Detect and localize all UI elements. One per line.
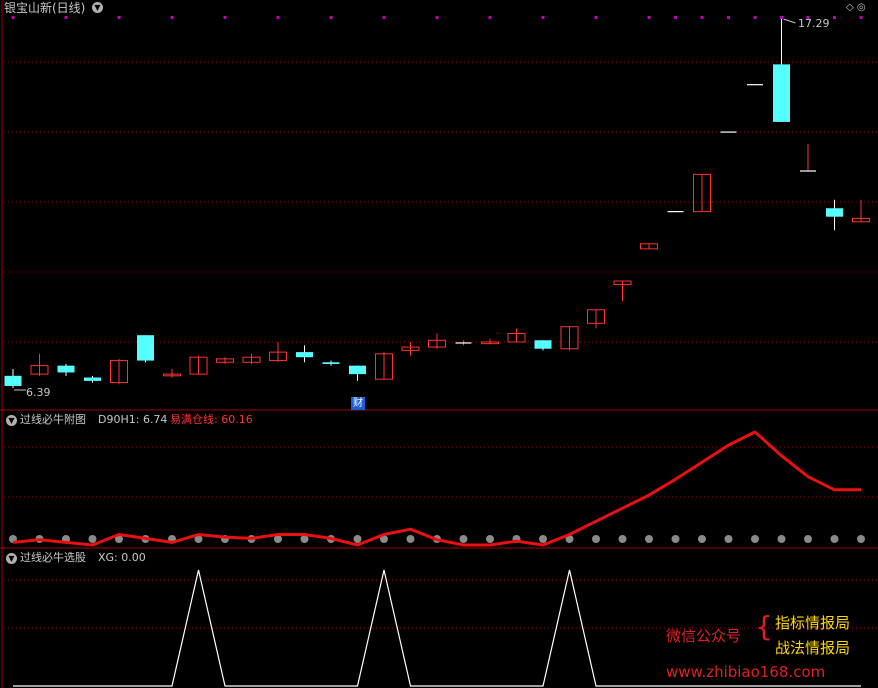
- marker-dot: [753, 16, 757, 19]
- marker-dot: [780, 16, 783, 19]
- candle-body: [349, 365, 366, 375]
- marker-dot: [276, 16, 280, 19]
- candle-body: [534, 340, 552, 349]
- indicator1-dot: [777, 535, 786, 543]
- indicator1-name: 过线必牛附图: [20, 413, 86, 426]
- marker-dot: [329, 16, 333, 19]
- indicator1-dot: [857, 535, 865, 543]
- marker-dot: [647, 16, 651, 19]
- marker-dot: [594, 16, 598, 19]
- indicator1-dot: [539, 535, 547, 543]
- window-controls-icon[interactable]: ◇ ◎: [846, 1, 866, 15]
- marker-dot: [541, 16, 545, 19]
- low-price-label: 6.39: [26, 386, 51, 399]
- indicator1-dot: [671, 535, 680, 543]
- candle-body: [84, 377, 101, 381]
- indicator1-field1: D90H1: 6.74: [98, 413, 168, 426]
- chart-title: 银宝山新(日线): [4, 1, 86, 15]
- marker-dot: [117, 16, 121, 19]
- watermark-url: www.zhibiao168.com: [666, 663, 826, 681]
- indicator1-dot: [751, 535, 759, 543]
- marker-dot: [435, 16, 439, 19]
- marker-dot: [11, 16, 15, 19]
- indicator1-dot: [406, 535, 415, 543]
- indicator2-menu-icon[interactable]: ▼: [6, 553, 17, 564]
- candle-body: [4, 375, 22, 386]
- watermark-right-bottom: 战法情报局: [775, 639, 851, 657]
- series-line-easy-full-position: [12, 430, 861, 547]
- indicator1-dot: [592, 535, 600, 543]
- candle-body: [322, 362, 340, 364]
- indicator2-field1: XG: 0.00: [98, 551, 146, 564]
- marker-dot: [674, 16, 677, 19]
- indicator1-dot: [724, 535, 733, 543]
- indicator2-name: 过线必牛选股: [20, 551, 86, 564]
- indicator1-dot: [353, 535, 362, 543]
- candle-body: [773, 64, 790, 122]
- indicator1-dot: [88, 535, 97, 543]
- indicator1-dot: [486, 535, 494, 543]
- title-dropdown-icon[interactable]: ▼: [92, 2, 103, 13]
- indicator1-dot: [645, 535, 653, 543]
- marker-dot: [64, 16, 68, 19]
- marker-dot: [727, 16, 730, 19]
- candle-body: [137, 335, 154, 361]
- chart-canvas: [0, 0, 878, 688]
- indicator1-menu-icon[interactable]: ▼: [6, 415, 17, 426]
- watermark-left: 微信公众号: [666, 627, 742, 645]
- marker-dot: [170, 16, 174, 19]
- watermark-brace: {: [755, 610, 773, 643]
- marker-dot: [223, 16, 227, 19]
- indicator1-dot: [830, 535, 839, 543]
- watermark-right-top: 指标情报局: [775, 614, 851, 632]
- candle-body: [57, 365, 75, 373]
- marker-dot: [833, 16, 836, 19]
- marker-dot: [382, 16, 386, 19]
- indicator1-field2: 易满仓线: 60.16: [170, 413, 253, 426]
- candle-body: [826, 208, 843, 217]
- marker-dot: [488, 16, 492, 19]
- event-badge[interactable]: 财: [351, 397, 365, 410]
- marker-dot: [700, 16, 704, 19]
- high-price-label: 17.29: [798, 17, 830, 30]
- marker-dot: [859, 16, 863, 19]
- indicator1-dot: [459, 535, 468, 543]
- high-pointer: [783, 18, 796, 24]
- indicator1-dot: [698, 535, 706, 543]
- candle-body: [296, 352, 313, 358]
- indicator1-dot: [804, 535, 812, 543]
- indicator1-dot: [618, 535, 627, 543]
